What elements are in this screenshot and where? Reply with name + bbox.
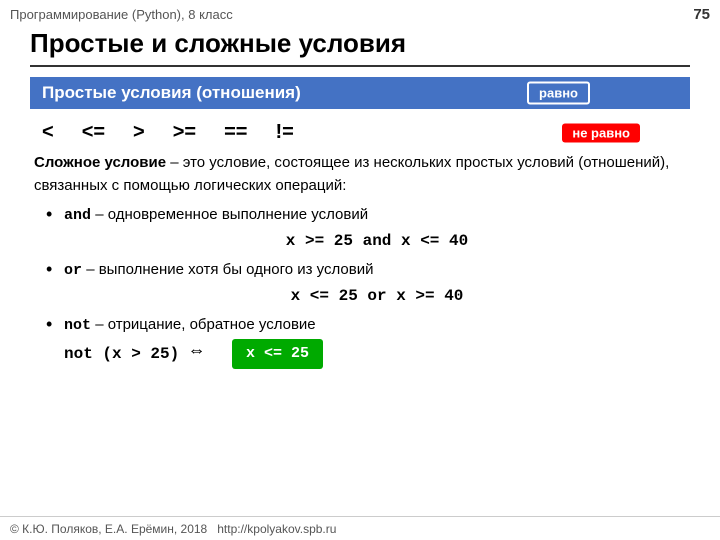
- complex-bold: Сложное условие: [34, 154, 166, 171]
- url: http://kpolyakov.spb.ru: [217, 522, 336, 536]
- list-item-and: and – одновременное выполнение условий x…: [46, 203, 690, 254]
- or-description: – выполнение хотя бы одного из условий: [86, 261, 373, 278]
- page-title: Простые и сложные условия: [30, 28, 690, 67]
- list-item-or: or – выполнение хотя бы одного из услови…: [46, 258, 690, 309]
- and-description: – одновременное выполнение условий: [95, 206, 368, 223]
- list-item-not: not – отрицание, обратное условие not (x…: [46, 313, 690, 369]
- or-code: x <= 25 or x >= 40: [64, 284, 690, 309]
- not-expr: not (x > 25): [64, 342, 179, 367]
- operators-row: < <= > >= == != не равно: [30, 117, 690, 148]
- page-number: 75: [693, 6, 710, 23]
- course-label: Программирование (Python), 8 класс: [10, 7, 233, 22]
- badge-neravno: не равно: [562, 123, 640, 142]
- op-gt: >: [133, 121, 145, 144]
- keyword-or: or: [64, 262, 82, 279]
- op-eq: ==: [224, 121, 247, 144]
- op-ne: !=: [275, 121, 293, 144]
- not-code: not (x > 25) ⇔ x <= 25: [64, 339, 690, 368]
- bullet-list: and – одновременное выполнение условий x…: [30, 203, 690, 369]
- keyword-and: and: [64, 207, 91, 224]
- simple-header-text: Простые условия (отношения): [42, 83, 301, 103]
- top-bar: Программирование (Python), 8 класс 75: [0, 0, 720, 28]
- op-lt: <: [42, 121, 54, 144]
- copyright: © К.Ю. Поляков, Е.А. Ерёмин, 2018: [10, 522, 207, 536]
- op-le: <=: [82, 121, 105, 144]
- simple-conditions-header: Простые условия (отношения) равно: [30, 77, 690, 109]
- footer: © К.Ю. Поляков, Е.А. Ерёмин, 2018 http:/…: [0, 516, 720, 540]
- not-description: – отрицание, обратное условие: [95, 316, 315, 333]
- badge-ravno: равно: [527, 82, 590, 105]
- main-content: Простые и сложные условия Простые услови…: [0, 28, 720, 516]
- complex-intro: Сложное условие – это условие, состоящее…: [30, 152, 690, 197]
- keyword-not: not: [64, 317, 91, 334]
- and-code: x >= 25 and x <= 40: [64, 229, 690, 254]
- badge-x-le-25: x <= 25: [232, 339, 323, 368]
- arrow-icon: ⇔: [191, 340, 202, 368]
- op-ge: >=: [173, 121, 196, 144]
